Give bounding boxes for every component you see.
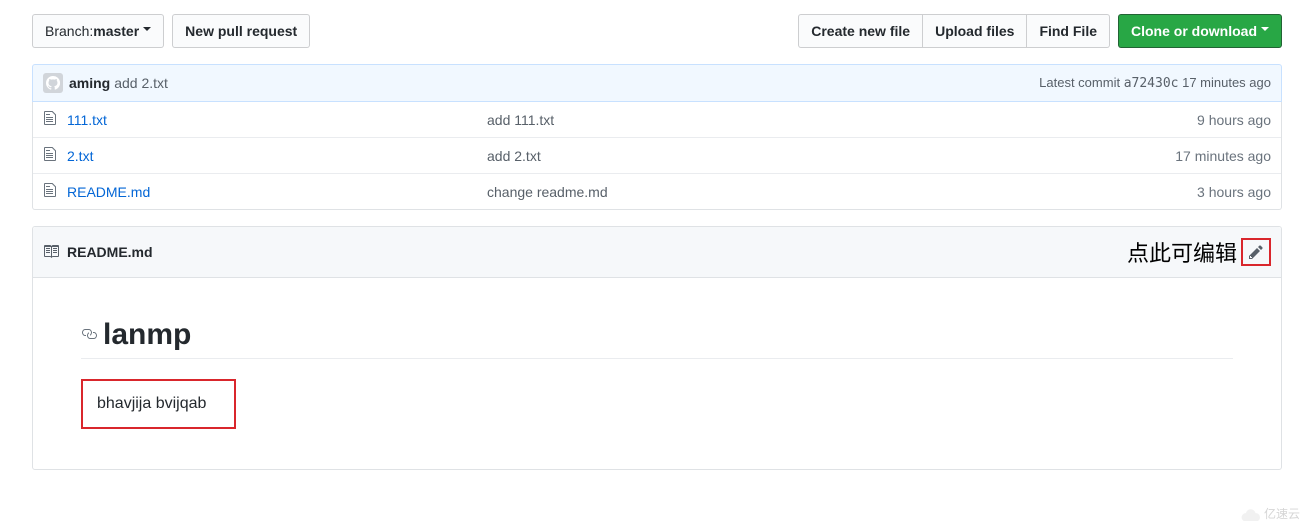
- commit-sha[interactable]: a72430c: [1124, 76, 1179, 91]
- file-icon: [43, 110, 57, 129]
- commit-meta: Latest commit a72430c 17 minutes ago: [1039, 75, 1271, 91]
- caret-down-icon: [143, 27, 151, 35]
- commit-author[interactable]: aming: [69, 75, 110, 91]
- edit-annotation: 点此可编辑: [1127, 236, 1237, 268]
- readme-header: README.md 点此可编辑: [33, 227, 1281, 278]
- latest-commit-bar: aming add 2.txt Latest commit a72430c 17…: [32, 64, 1282, 102]
- cloud-icon: [1240, 507, 1260, 521]
- commit-time: 17 minutes ago: [1178, 75, 1271, 90]
- readme-filename: README.md: [67, 244, 153, 260]
- file-row: README.md change readme.md 3 hours ago: [33, 173, 1281, 209]
- clone-download-button[interactable]: Clone or download: [1118, 14, 1282, 48]
- watermark-text: 亿速云: [1264, 505, 1300, 522]
- upload-files-button[interactable]: Upload files: [922, 14, 1027, 48]
- new-pull-request-button[interactable]: New pull request: [172, 14, 310, 48]
- readme-heading: lanmp: [103, 318, 191, 352]
- pencil-icon: [1249, 244, 1263, 260]
- book-icon: [43, 243, 59, 262]
- readme-panel: README.md 点此可编辑 lanmp bhavjija bvijqab: [32, 226, 1282, 470]
- create-new-file-button[interactable]: Create new file: [798, 14, 923, 48]
- avatar: [43, 73, 63, 93]
- caret-down-icon: [1261, 27, 1269, 35]
- readme-content-highlight: bhavjija bvijqab: [81, 379, 236, 429]
- branch-label: Branch:: [45, 21, 93, 41]
- file-name-link[interactable]: 111.txt: [67, 112, 107, 128]
- branch-select-button[interactable]: Branch: master: [32, 14, 164, 48]
- file-icon: [43, 146, 57, 165]
- file-row: 111.txt add 111.txt 9 hours ago: [33, 102, 1281, 137]
- file-age: 17 minutes ago: [1175, 148, 1271, 164]
- github-icon: [46, 76, 60, 90]
- file-name-link[interactable]: 2.txt: [67, 148, 93, 164]
- file-list: 111.txt add 111.txt 9 hours ago 2.txt ad…: [32, 102, 1282, 210]
- file-icon: [43, 182, 57, 201]
- file-row: 2.txt add 2.txt 17 minutes ago: [33, 137, 1281, 173]
- find-file-button[interactable]: Find File: [1026, 14, 1110, 48]
- file-actions-group: Create new file Upload files Find File: [798, 14, 1110, 48]
- edit-readme-button[interactable]: [1241, 238, 1271, 266]
- file-commit-msg[interactable]: add 111.txt: [487, 112, 1197, 128]
- file-commit-msg[interactable]: change readme.md: [487, 184, 1197, 200]
- file-age: 3 hours ago: [1197, 184, 1271, 200]
- watermark: 亿速云: [1240, 505, 1300, 522]
- file-commit-msg[interactable]: add 2.txt: [487, 148, 1175, 164]
- link-icon[interactable]: [81, 326, 97, 345]
- readme-body: lanmp bhavjija bvijqab: [33, 278, 1281, 469]
- latest-commit-label: Latest commit: [1039, 75, 1124, 90]
- clone-label: Clone or download: [1131, 21, 1257, 41]
- commit-message[interactable]: add 2.txt: [114, 75, 168, 91]
- file-name-link[interactable]: README.md: [67, 184, 150, 200]
- file-age: 9 hours ago: [1197, 112, 1271, 128]
- branch-name: master: [93, 21, 139, 41]
